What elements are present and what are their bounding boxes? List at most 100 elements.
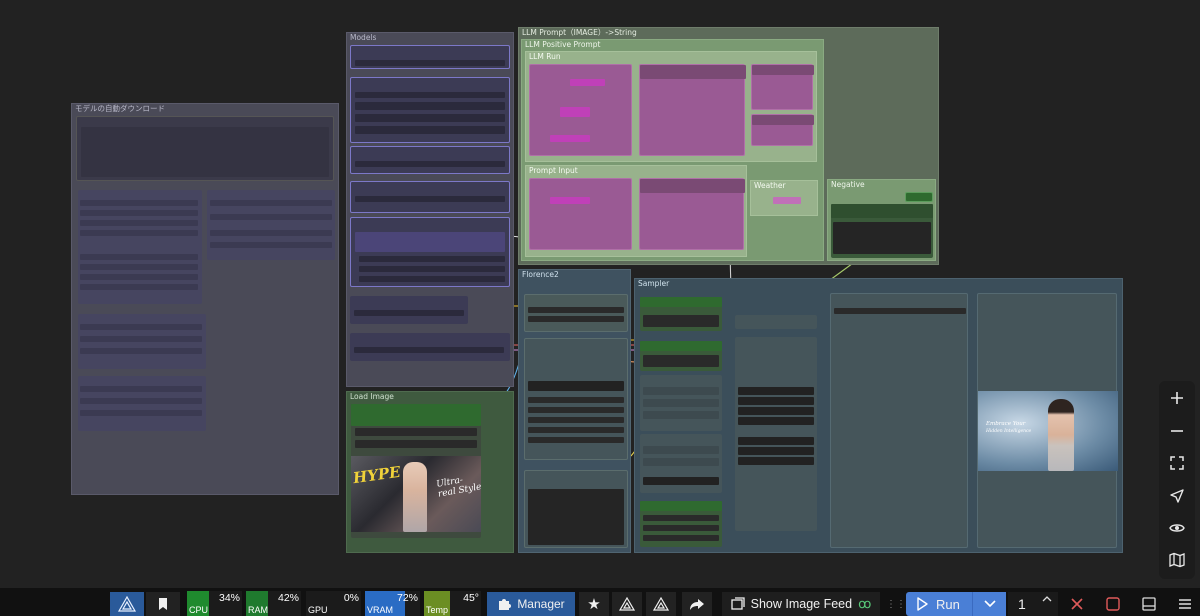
widget-row[interactable] xyxy=(355,114,505,122)
output-image-preview[interactable]: Embrace Your Hidden Intelligence xyxy=(978,391,1118,471)
group-florence2[interactable]: Florence2 xyxy=(518,269,631,553)
widget-row[interactable] xyxy=(643,446,719,454)
prompt-input-node[interactable] xyxy=(639,178,745,250)
group-prompt-input[interactable]: Prompt Input xyxy=(525,165,747,257)
widget-row[interactable] xyxy=(643,399,719,407)
download-node[interactable] xyxy=(78,314,206,369)
widget-row[interactable] xyxy=(80,274,198,280)
favorites-button[interactable]: ★ xyxy=(579,592,609,616)
model-loader-node[interactable] xyxy=(350,45,510,69)
sampler-node[interactable] xyxy=(640,467,722,493)
widget-row[interactable] xyxy=(80,220,198,226)
negative-node[interactable] xyxy=(905,192,933,202)
queue-increment-button[interactable] xyxy=(1038,593,1056,604)
widget-row[interactable] xyxy=(738,417,814,425)
widget-row[interactable] xyxy=(355,161,505,167)
zoom-in-button[interactable] xyxy=(1159,383,1195,413)
llm-node[interactable] xyxy=(529,64,632,156)
widget-row[interactable] xyxy=(80,386,202,392)
florence-node[interactable] xyxy=(524,294,628,332)
widget-row[interactable] xyxy=(80,324,202,330)
negative-node[interactable] xyxy=(831,204,933,258)
llm-node[interactable] xyxy=(639,64,746,156)
fit-view-button[interactable] xyxy=(1159,448,1195,478)
text-area[interactable] xyxy=(528,489,624,545)
group-load-image[interactable]: Load Image HYPE Ultra-real Style xyxy=(346,391,514,553)
widget-row[interactable] xyxy=(773,197,801,204)
widget-row[interactable] xyxy=(354,347,504,353)
widget-row[interactable] xyxy=(528,397,624,403)
download-node[interactable] xyxy=(78,190,202,304)
widget-row[interactable] xyxy=(738,387,814,395)
widget-row[interactable] xyxy=(80,264,198,270)
model-loader-node[interactable] xyxy=(350,181,510,213)
widget-row[interactable] xyxy=(643,458,719,466)
workflow-tool-button[interactable] xyxy=(646,592,676,616)
widget-row[interactable] xyxy=(570,79,605,86)
widget-row[interactable] xyxy=(528,307,624,313)
sampler-node[interactable] xyxy=(640,375,722,431)
cancel-button[interactable] xyxy=(1064,592,1090,616)
ksampler-node[interactable] xyxy=(735,337,817,531)
stop-button[interactable] xyxy=(1100,592,1126,616)
download-node[interactable] xyxy=(78,376,206,431)
widget-row[interactable] xyxy=(643,387,719,395)
widget-row[interactable] xyxy=(528,437,624,443)
group-auto-download[interactable]: モデルの自動ダウンロード xyxy=(71,103,339,495)
model-loader-node[interactable] xyxy=(350,296,468,324)
widget-row[interactable] xyxy=(528,407,624,413)
widget-row[interactable] xyxy=(80,410,202,416)
vae-decode-node[interactable] xyxy=(830,293,968,548)
group-negative[interactable]: Negative xyxy=(827,179,936,261)
widget-row[interactable] xyxy=(210,200,332,206)
widget-row[interactable] xyxy=(359,256,505,262)
group-sampler[interactable]: Sampler Embrace Your Hidden Intelligence xyxy=(634,278,1123,553)
widget-row[interactable] xyxy=(550,197,590,204)
model-loader-node[interactable] xyxy=(350,77,510,143)
widget-row[interactable] xyxy=(643,315,719,327)
widget-row[interactable] xyxy=(560,107,590,117)
save-image-node[interactable]: Embrace Your Hidden Intelligence xyxy=(977,293,1118,548)
widget-row[interactable] xyxy=(355,102,505,110)
widget-row[interactable] xyxy=(210,230,332,236)
model-loader-node[interactable] xyxy=(350,333,510,361)
widget-row[interactable] xyxy=(738,437,814,445)
widget-row[interactable] xyxy=(355,92,505,98)
download-node[interactable] xyxy=(207,190,335,260)
zoom-out-button[interactable] xyxy=(1159,416,1195,446)
download-node[interactable] xyxy=(76,116,334,181)
widget-row[interactable] xyxy=(80,398,202,404)
run-mode-dropdown[interactable] xyxy=(972,592,1006,616)
widget-row[interactable] xyxy=(550,135,590,142)
widget-row[interactable] xyxy=(354,310,464,316)
menu-button[interactable] xyxy=(1172,592,1198,616)
widget-row[interactable] xyxy=(355,196,505,202)
widget-row[interactable] xyxy=(355,428,477,436)
sampler-node[interactable] xyxy=(640,501,722,547)
widget-row[interactable] xyxy=(80,336,202,342)
manager-button[interactable]: Manager xyxy=(487,592,575,616)
widget-row[interactable] xyxy=(528,381,624,391)
widget-row[interactable] xyxy=(738,397,814,405)
widget-row[interactable] xyxy=(355,440,477,448)
toggle-panel-button[interactable] xyxy=(1136,592,1162,616)
sampler-node[interactable] xyxy=(735,315,817,329)
widget-row[interactable] xyxy=(643,515,719,521)
widget-row[interactable] xyxy=(80,200,198,206)
minimap-button[interactable] xyxy=(1159,545,1195,575)
model-loader-node[interactable] xyxy=(350,217,510,287)
widget-row[interactable] xyxy=(359,276,505,282)
widget-row[interactable] xyxy=(528,316,624,322)
widget-row[interactable] xyxy=(355,60,505,66)
text-area[interactable] xyxy=(833,222,931,254)
widget-row[interactable] xyxy=(643,411,719,419)
widget-row[interactable] xyxy=(80,254,198,260)
group-llm-positive[interactable]: LLM Positive Prompt LLM Run Prompt Input… xyxy=(521,39,824,261)
loaded-image-preview[interactable]: HYPE Ultra-real Style xyxy=(351,456,481,532)
group-llm-prompt[interactable]: LLM Prompt（IMAGE）->String LLM Positive P… xyxy=(518,27,939,265)
widget-row[interactable] xyxy=(80,284,198,290)
group-weather[interactable]: Weather xyxy=(750,180,818,216)
widget-row[interactable] xyxy=(643,535,719,541)
widget-row[interactable] xyxy=(834,308,966,314)
sampler-node[interactable] xyxy=(640,297,722,331)
